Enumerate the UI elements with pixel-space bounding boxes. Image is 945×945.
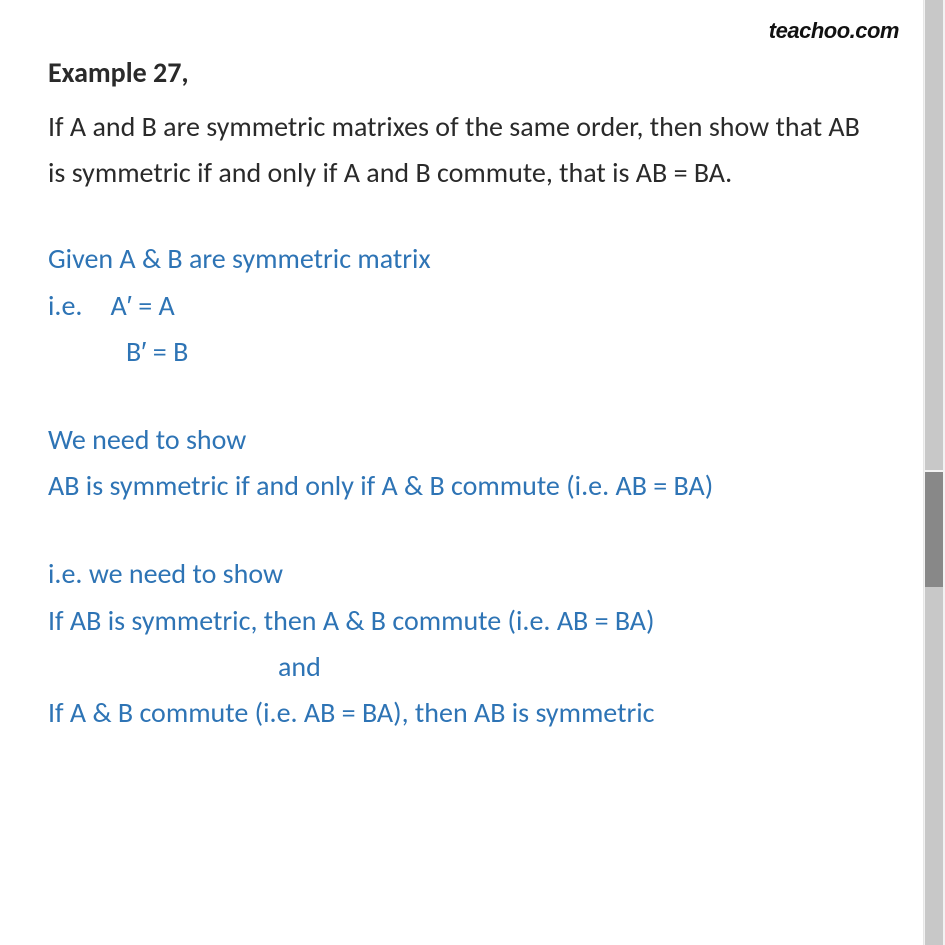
given-eq-2: B′ = B (48, 329, 874, 375)
part-2: If A & B commute (i.e. AB = BA), then AB… (48, 690, 874, 736)
and-connector: and (48, 644, 874, 690)
need-title: We need to show (48, 417, 874, 463)
solution-body: Given A & B are symmetric matrix i.e. A′… (48, 236, 874, 736)
part-1: If AB is symmetric, then A & B commute (… (48, 598, 874, 644)
scrollbar-track-lower (925, 587, 943, 945)
need-line: AB is symmetric if and only if A & B com… (48, 463, 874, 509)
watermark-text: teachoo.com (769, 18, 899, 44)
ie-need: i.e. we need to show (48, 551, 874, 597)
example-heading: Example 27, (48, 55, 874, 90)
problem-statement: If A and B are symmetric matrixes of the… (48, 104, 874, 196)
given-eq-1: i.e. A′ = A (48, 283, 874, 329)
vertical-scrollbar[interactable] (923, 0, 945, 945)
scrollbar-track-upper (925, 0, 943, 470)
scrollbar-thumb[interactable] (925, 472, 943, 587)
given-title: Given A & B are symmetric matrix (48, 236, 874, 282)
